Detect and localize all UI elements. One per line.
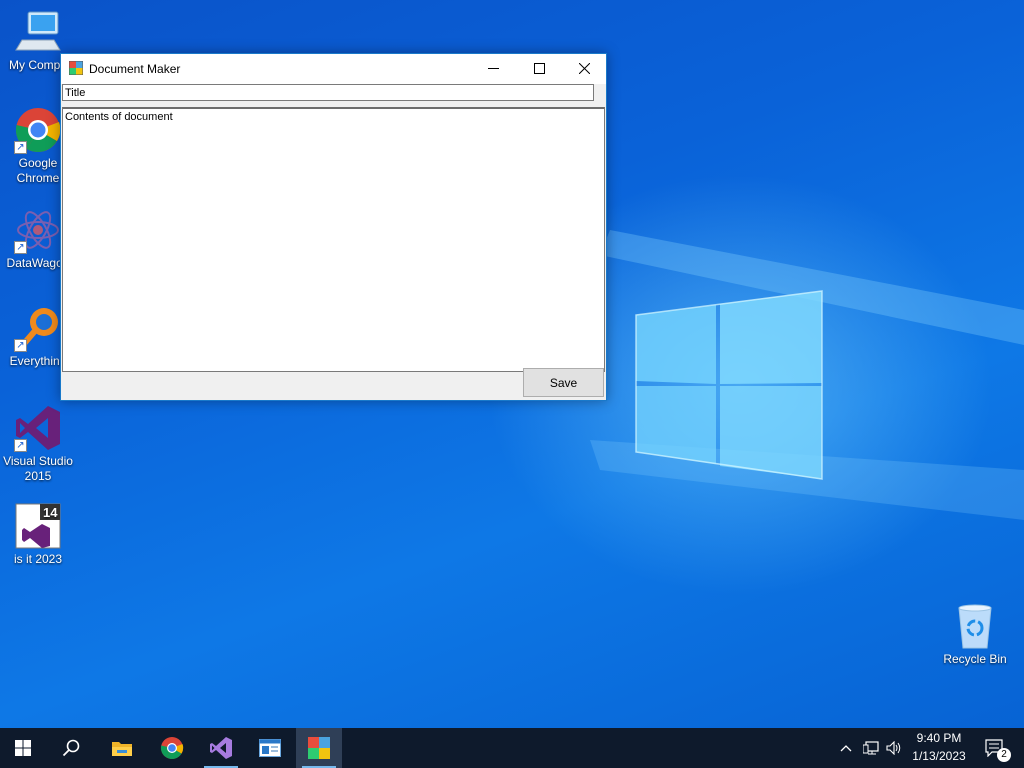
- minimize-icon: [487, 68, 499, 69]
- chevron-up-icon: [840, 745, 852, 752]
- file-explorer-icon: [112, 742, 132, 756]
- chrome-icon: [160, 737, 184, 759]
- visual-studio-icon: [210, 737, 232, 759]
- clock-time: 9:40 PM: [916, 731, 962, 745]
- start-icon: [15, 740, 31, 756]
- document-maker-window: Document Maker Contents of document Save: [60, 53, 607, 401]
- network-icon: [863, 741, 879, 755]
- taskbar-document-maker[interactable]: [296, 728, 342, 768]
- desktop-icon-label: is it 2023: [13, 552, 63, 566]
- minimize-button[interactable]: [470, 54, 516, 83]
- taskbar-visual-studio[interactable]: [198, 728, 244, 768]
- app-icon: [68, 60, 84, 76]
- recycle-bin-icon: [951, 602, 999, 650]
- desktop-icon-label: Recycle Bin: [943, 652, 1007, 666]
- vs-2014-icon: 14: [14, 502, 62, 550]
- app-window-icon: [259, 739, 281, 757]
- volume-button[interactable]: [883, 728, 905, 768]
- desktop-icon-label: Visual Studio: [3, 454, 73, 468]
- maximize-button[interactable]: [516, 54, 562, 83]
- desktop-icon-is-it-2023[interactable]: 14 is it 2023: [0, 502, 76, 567]
- start-button[interactable]: [0, 728, 46, 768]
- desktop-icon-recycle-bin[interactable]: Recycle Bin: [937, 602, 1013, 667]
- shortcut-arrow-icon: ↗: [14, 241, 27, 254]
- contents-textarea[interactable]: Contents of document: [62, 107, 605, 372]
- shortcut-arrow-icon: ↗: [14, 141, 27, 154]
- everything-icon: ↗: [14, 304, 62, 352]
- search-button[interactable]: [48, 728, 94, 768]
- document-maker-icon: [308, 737, 330, 759]
- search-icon: [62, 739, 80, 757]
- title-bar[interactable]: Document Maker: [61, 54, 606, 84]
- desktop: My Compu ↗ Google Chrome ↗ DataWagon ↗ E…: [0, 0, 1024, 728]
- taskbar-app-window[interactable]: [247, 728, 293, 768]
- shortcut-arrow-icon: ↗: [14, 339, 27, 352]
- desktop-icon-label-line2: 2015: [24, 469, 52, 483]
- svg-text:14: 14: [43, 505, 58, 520]
- shortcut-arrow-icon: ↗: [14, 439, 27, 452]
- close-button[interactable]: [561, 54, 607, 83]
- show-hidden-icons-button[interactable]: [836, 728, 856, 768]
- taskbar-chrome[interactable]: [149, 728, 195, 768]
- datawagon-icon: ↗: [14, 206, 62, 254]
- chrome-icon: ↗: [14, 106, 62, 154]
- title-input[interactable]: [62, 84, 594, 101]
- maximize-icon: [533, 63, 545, 74]
- taskbar-file-explorer[interactable]: [99, 728, 145, 768]
- save-button[interactable]: Save: [523, 368, 604, 397]
- visual-studio-icon: ↗: [14, 404, 62, 452]
- window-title: Document Maker: [89, 62, 181, 76]
- network-button[interactable]: [860, 728, 882, 768]
- clock-date: 1/13/2023: [912, 749, 966, 763]
- taskbar: 2: [0, 728, 1024, 768]
- computer-icon: [14, 8, 62, 56]
- volume-icon: [886, 741, 901, 755]
- notification-count-badge: 2: [997, 748, 1011, 762]
- close-icon: [578, 63, 590, 74]
- action-center-button[interactable]: 2: [978, 728, 1012, 768]
- desktop-icon-visual-studio-2015[interactable]: ↗ Visual Studio 2015: [0, 404, 76, 484]
